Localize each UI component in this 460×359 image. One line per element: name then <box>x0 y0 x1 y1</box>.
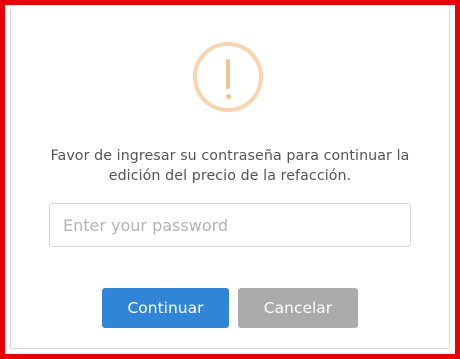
exclamation-bar <box>226 59 230 89</box>
exclamation-dot <box>225 94 231 99</box>
warning-exclamation-icon <box>193 42 263 112</box>
continue-button[interactable]: Continuar <box>102 288 229 328</box>
dialog-message: Favor de ingresar su contraseña para con… <box>50 148 410 184</box>
password-input[interactable] <box>49 203 411 247</box>
cancel-button[interactable]: Cancelar <box>238 288 358 328</box>
